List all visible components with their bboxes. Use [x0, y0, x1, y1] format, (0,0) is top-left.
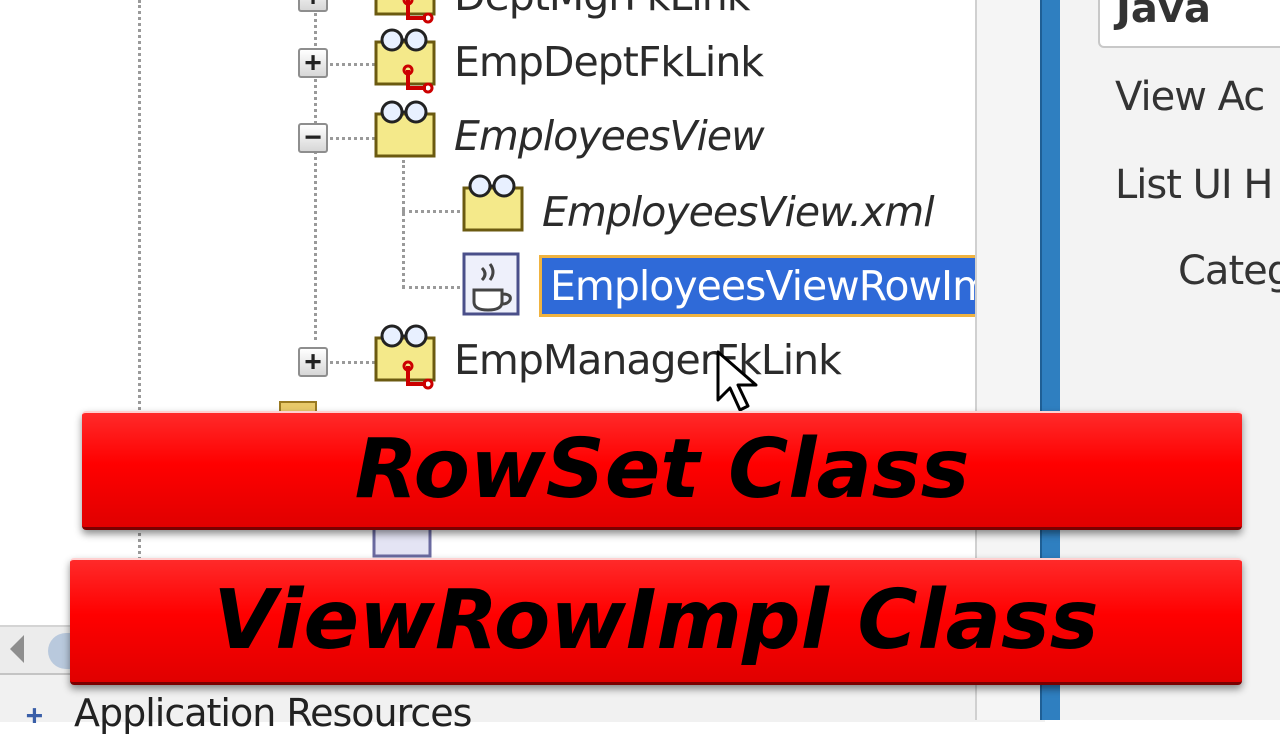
view-object-xml-icon: [462, 174, 524, 232]
tree-node-label[interactable]: EmployeesView: [454, 108, 765, 164]
tree-node-label[interactable]: EmpManagerFkLink: [454, 332, 842, 388]
scroll-left-arrow-icon[interactable]: [10, 635, 24, 663]
tree-guide-line: [330, 63, 375, 66]
tree-guide-line: [402, 160, 405, 288]
rowset-class-text: RowSet Class: [354, 422, 970, 517]
java-field[interactable]: Java: [1098, 0, 1280, 48]
tree-node-label[interactable]: EmpDeptFkLink: [454, 34, 764, 90]
expand-icon[interactable]: +: [26, 701, 43, 729]
tree-guide-line: [402, 210, 460, 213]
viewrowimpl-class-text: ViewRowImpl Class: [213, 573, 1099, 668]
tree-guide-line: [330, 137, 375, 140]
view-link-icon: [374, 324, 436, 390]
category-label: Categ: [1178, 248, 1280, 294]
view-access-label: View Ac: [1115, 74, 1265, 120]
rowset-class-banner: RowSet Class: [82, 411, 1242, 530]
tree-collapse-toggle[interactable]: −: [298, 123, 328, 153]
mouse-pointer-icon: [716, 350, 758, 412]
java-field-value: Java: [1116, 0, 1211, 32]
tree-node-label[interactable]: EmployeesView.xml: [542, 184, 935, 240]
tree-expand-toggle[interactable]: +: [298, 347, 328, 377]
java-file-icon: [462, 252, 520, 316]
view-link-icon: [374, 28, 436, 94]
tree-guide-line: [330, 361, 375, 364]
application-resources-label[interactable]: Application Resources: [74, 689, 472, 737]
application-navigator-tree: + DeptMgrFkLink + EmpDeptFkLink − Employ…: [0, 0, 1132, 625]
list-ui-hint-label: List UI H: [1115, 162, 1274, 208]
tree-node-label[interactable]: DeptMgrFkLink: [454, 0, 750, 24]
view-link-icon: [374, 0, 436, 24]
view-object-icon: [374, 100, 436, 158]
tree-guide-line: [402, 286, 460, 289]
viewrowimpl-class-banner: ViewRowImpl Class: [70, 558, 1242, 685]
tree-expand-toggle[interactable]: +: [298, 48, 328, 78]
tree-expand-toggle[interactable]: +: [298, 0, 328, 12]
